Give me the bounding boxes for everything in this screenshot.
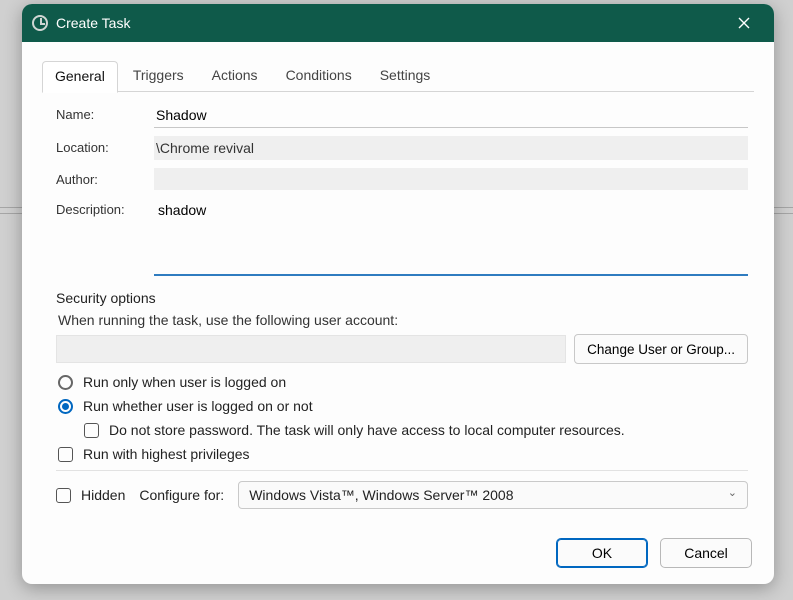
tab-triggers[interactable]: Triggers [120, 60, 197, 92]
running-as-label: When running the task, use the following… [58, 312, 748, 328]
checkbox-hidden[interactable]: Hidden [56, 487, 125, 503]
security-heading: Security options [56, 290, 748, 306]
cancel-button[interactable]: Cancel [660, 538, 752, 568]
ok-button[interactable]: OK [556, 538, 648, 568]
tab-general[interactable]: General [42, 61, 118, 93]
radio-run-logged-on[interactable]: Run only when user is logged on [58, 374, 748, 390]
window-title: Create Task [56, 15, 130, 31]
checkbox-highest-privileges[interactable]: Run with highest privileges [58, 446, 748, 462]
checkbox-label: Hidden [81, 487, 125, 503]
close-button[interactable] [724, 8, 764, 38]
name-input[interactable] [154, 103, 748, 128]
checkbox-icon [84, 423, 99, 438]
name-label: Name: [56, 103, 154, 122]
radio-run-always[interactable]: Run whether user is logged on or not [58, 398, 748, 414]
checkbox-icon [58, 447, 73, 462]
close-icon [738, 17, 750, 29]
change-user-button[interactable]: Change User or Group... [574, 334, 748, 364]
tabstrip: General Triggers Actions Conditions Sett… [22, 42, 774, 92]
titlebar: Create Task [22, 4, 774, 42]
tab-actions[interactable]: Actions [199, 60, 271, 92]
radio-icon [58, 399, 73, 414]
tab-conditions[interactable]: Conditions [273, 60, 365, 92]
create-task-window: Create Task General Triggers Actions Con… [22, 4, 774, 584]
configure-for-label: Configure for: [139, 487, 224, 503]
description-label: Description: [56, 198, 154, 217]
tab-settings[interactable]: Settings [367, 60, 444, 92]
radio-icon [58, 375, 73, 390]
radio-label: Run whether user is logged on or not [83, 398, 313, 414]
checkbox-icon [56, 488, 71, 503]
checkbox-label: Do not store password. The task will onl… [109, 422, 625, 438]
general-panel: Name: Location: \Chrome revival Author: … [22, 93, 774, 524]
description-input[interactable] [154, 198, 748, 276]
location-value: \Chrome revival [154, 136, 748, 160]
clock-icon [32, 15, 48, 31]
checkbox-label: Run with highest privileges [83, 446, 250, 462]
user-account-box [56, 335, 566, 363]
configure-for-value: Windows Vista™, Windows Server™ 2008 [249, 487, 513, 503]
configure-for-select[interactable]: Windows Vista™, Windows Server™ 2008 [238, 481, 748, 509]
author-value [154, 168, 748, 190]
dialog-footer: OK Cancel [22, 524, 774, 584]
location-label: Location: [56, 136, 154, 155]
author-label: Author: [56, 168, 154, 187]
radio-label: Run only when user is logged on [83, 374, 286, 390]
checkbox-no-store-password[interactable]: Do not store password. The task will onl… [84, 422, 748, 438]
